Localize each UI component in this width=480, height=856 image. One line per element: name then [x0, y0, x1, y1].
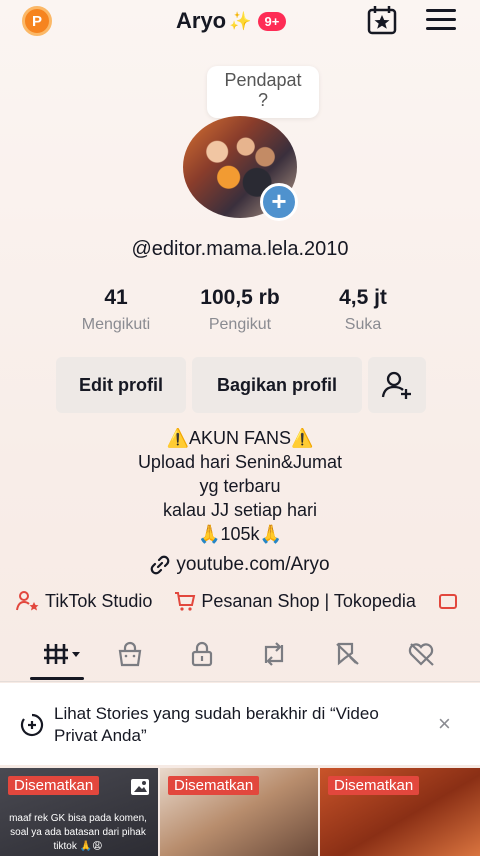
tiktok-studio-shortcut[interactable]: TikTok Studio [16, 590, 152, 612]
calendar-star-icon[interactable] [366, 5, 398, 35]
tab-private[interactable] [182, 638, 222, 670]
stat-label: Mengikuti [81, 316, 151, 333]
notification-badge: 9+ [257, 11, 287, 31]
videos-grid-icon [44, 644, 80, 664]
more-shortcut[interactable] [438, 590, 458, 612]
person-star-icon [16, 591, 39, 611]
video-grid: Disematkan maaf rek GK bisa pada komen, … [0, 768, 480, 856]
tab-shop[interactable] [110, 638, 150, 670]
sparkle-icon: ✨ [229, 10, 252, 31]
stat-label: Pengikut [208, 316, 272, 333]
bio-line: Upload hari Senin&Jumat [137, 452, 343, 472]
stat-followers[interactable]: 100,5 rb Pengikut [170, 286, 310, 334]
favorites-icon [336, 642, 359, 666]
liked-icon [408, 643, 434, 666]
close-icon[interactable]: × [438, 711, 451, 737]
bio: ⚠️AKUN FANS⚠️ Upload hari Senin&Jumat yg… [0, 426, 480, 546]
shortcut-label: TikTok Studio [45, 590, 153, 611]
profile-title: Aryo [176, 8, 227, 33]
stat-value: 4,5 jt [339, 286, 387, 309]
shop-bag-icon [118, 641, 142, 667]
shortcut-label: Pesanan Shop | Tokopedia [201, 590, 416, 611]
tab-videos[interactable] [40, 638, 84, 670]
cart-icon [175, 592, 196, 611]
share-profile-button[interactable]: Bagikan profil [192, 357, 362, 413]
link-icon [151, 555, 170, 575]
stories-add-icon [20, 713, 44, 737]
content-tabs [0, 632, 480, 682]
pinned-badge: Disematkan [328, 776, 420, 795]
username: @editor.mama.lela.2010 [131, 238, 349, 260]
bio-line: ⚠️AKUN FANS⚠️ [166, 428, 314, 448]
link-text: youtube.com/Aryo [176, 554, 330, 575]
stat-label: Suka [344, 316, 382, 333]
profile-link[interactable]: youtube.com/Aryo [0, 554, 480, 576]
bio-line: kalau JJ setiap hari [162, 500, 318, 520]
tab-reposts[interactable] [254, 638, 294, 670]
tab-liked[interactable] [402, 638, 442, 670]
repost-icon [264, 642, 284, 666]
stat-value: 41 [104, 286, 128, 309]
video-thumbnail[interactable]: Disematkan [320, 768, 480, 856]
hamburger-menu-icon[interactable] [426, 9, 456, 33]
video-thumbnail[interactable]: Disematkan maaf rek GK bisa pada komen, … [0, 768, 158, 856]
shortcuts-row: TikTok Studio Pesanan Shop | Tokopedia [16, 590, 480, 612]
points-badge[interactable]: P [22, 6, 52, 36]
tabs-divider [0, 681, 480, 682]
wallet-icon [438, 594, 457, 609]
stories-banner-text: Lihat Stories yang sudah berakhir di “Vi… [54, 704, 379, 745]
stories-banner[interactable]: Lihat Stories yang sudah berakhir di “Vi… [0, 683, 480, 765]
top-bar: P Aryo ✨ 9+ [0, 0, 480, 44]
shop-orders-shortcut[interactable]: Pesanan Shop | Tokopedia [174, 590, 416, 612]
stat-value: 100,5 rb [200, 286, 280, 309]
active-tab-indicator [30, 677, 84, 680]
video-thumbnail[interactable]: Disematkan [160, 768, 318, 856]
add-avatar-button[interactable]: + [260, 183, 298, 221]
add-friend-icon [381, 371, 411, 399]
video-caption: maaf rek GK bisa pada komen, soal ya ada… [9, 813, 147, 852]
pinned-badge: Disematkan [168, 776, 260, 795]
pinned-badge: Disematkan [8, 776, 100, 795]
stat-following[interactable]: 41 Mengikuti [46, 286, 186, 334]
tab-favorites[interactable] [328, 638, 368, 670]
note-text-line1: Pendapat [224, 70, 302, 90]
stat-likes[interactable]: 4,5 jt Suka [293, 286, 433, 334]
note-text-line2: ? [257, 90, 268, 110]
bio-line: 🙏105k🙏 [198, 524, 282, 544]
note-bubble[interactable]: Pendapat ? [207, 66, 319, 118]
account-switcher[interactable]: Aryo ✨ 9+ [176, 8, 287, 34]
photo-icon [131, 779, 149, 795]
lock-icon [191, 641, 213, 667]
add-friend-button[interactable] [368, 357, 426, 413]
edit-profile-button[interactable]: Edit profil [56, 357, 186, 413]
bio-line: yg terbaru [199, 476, 281, 496]
